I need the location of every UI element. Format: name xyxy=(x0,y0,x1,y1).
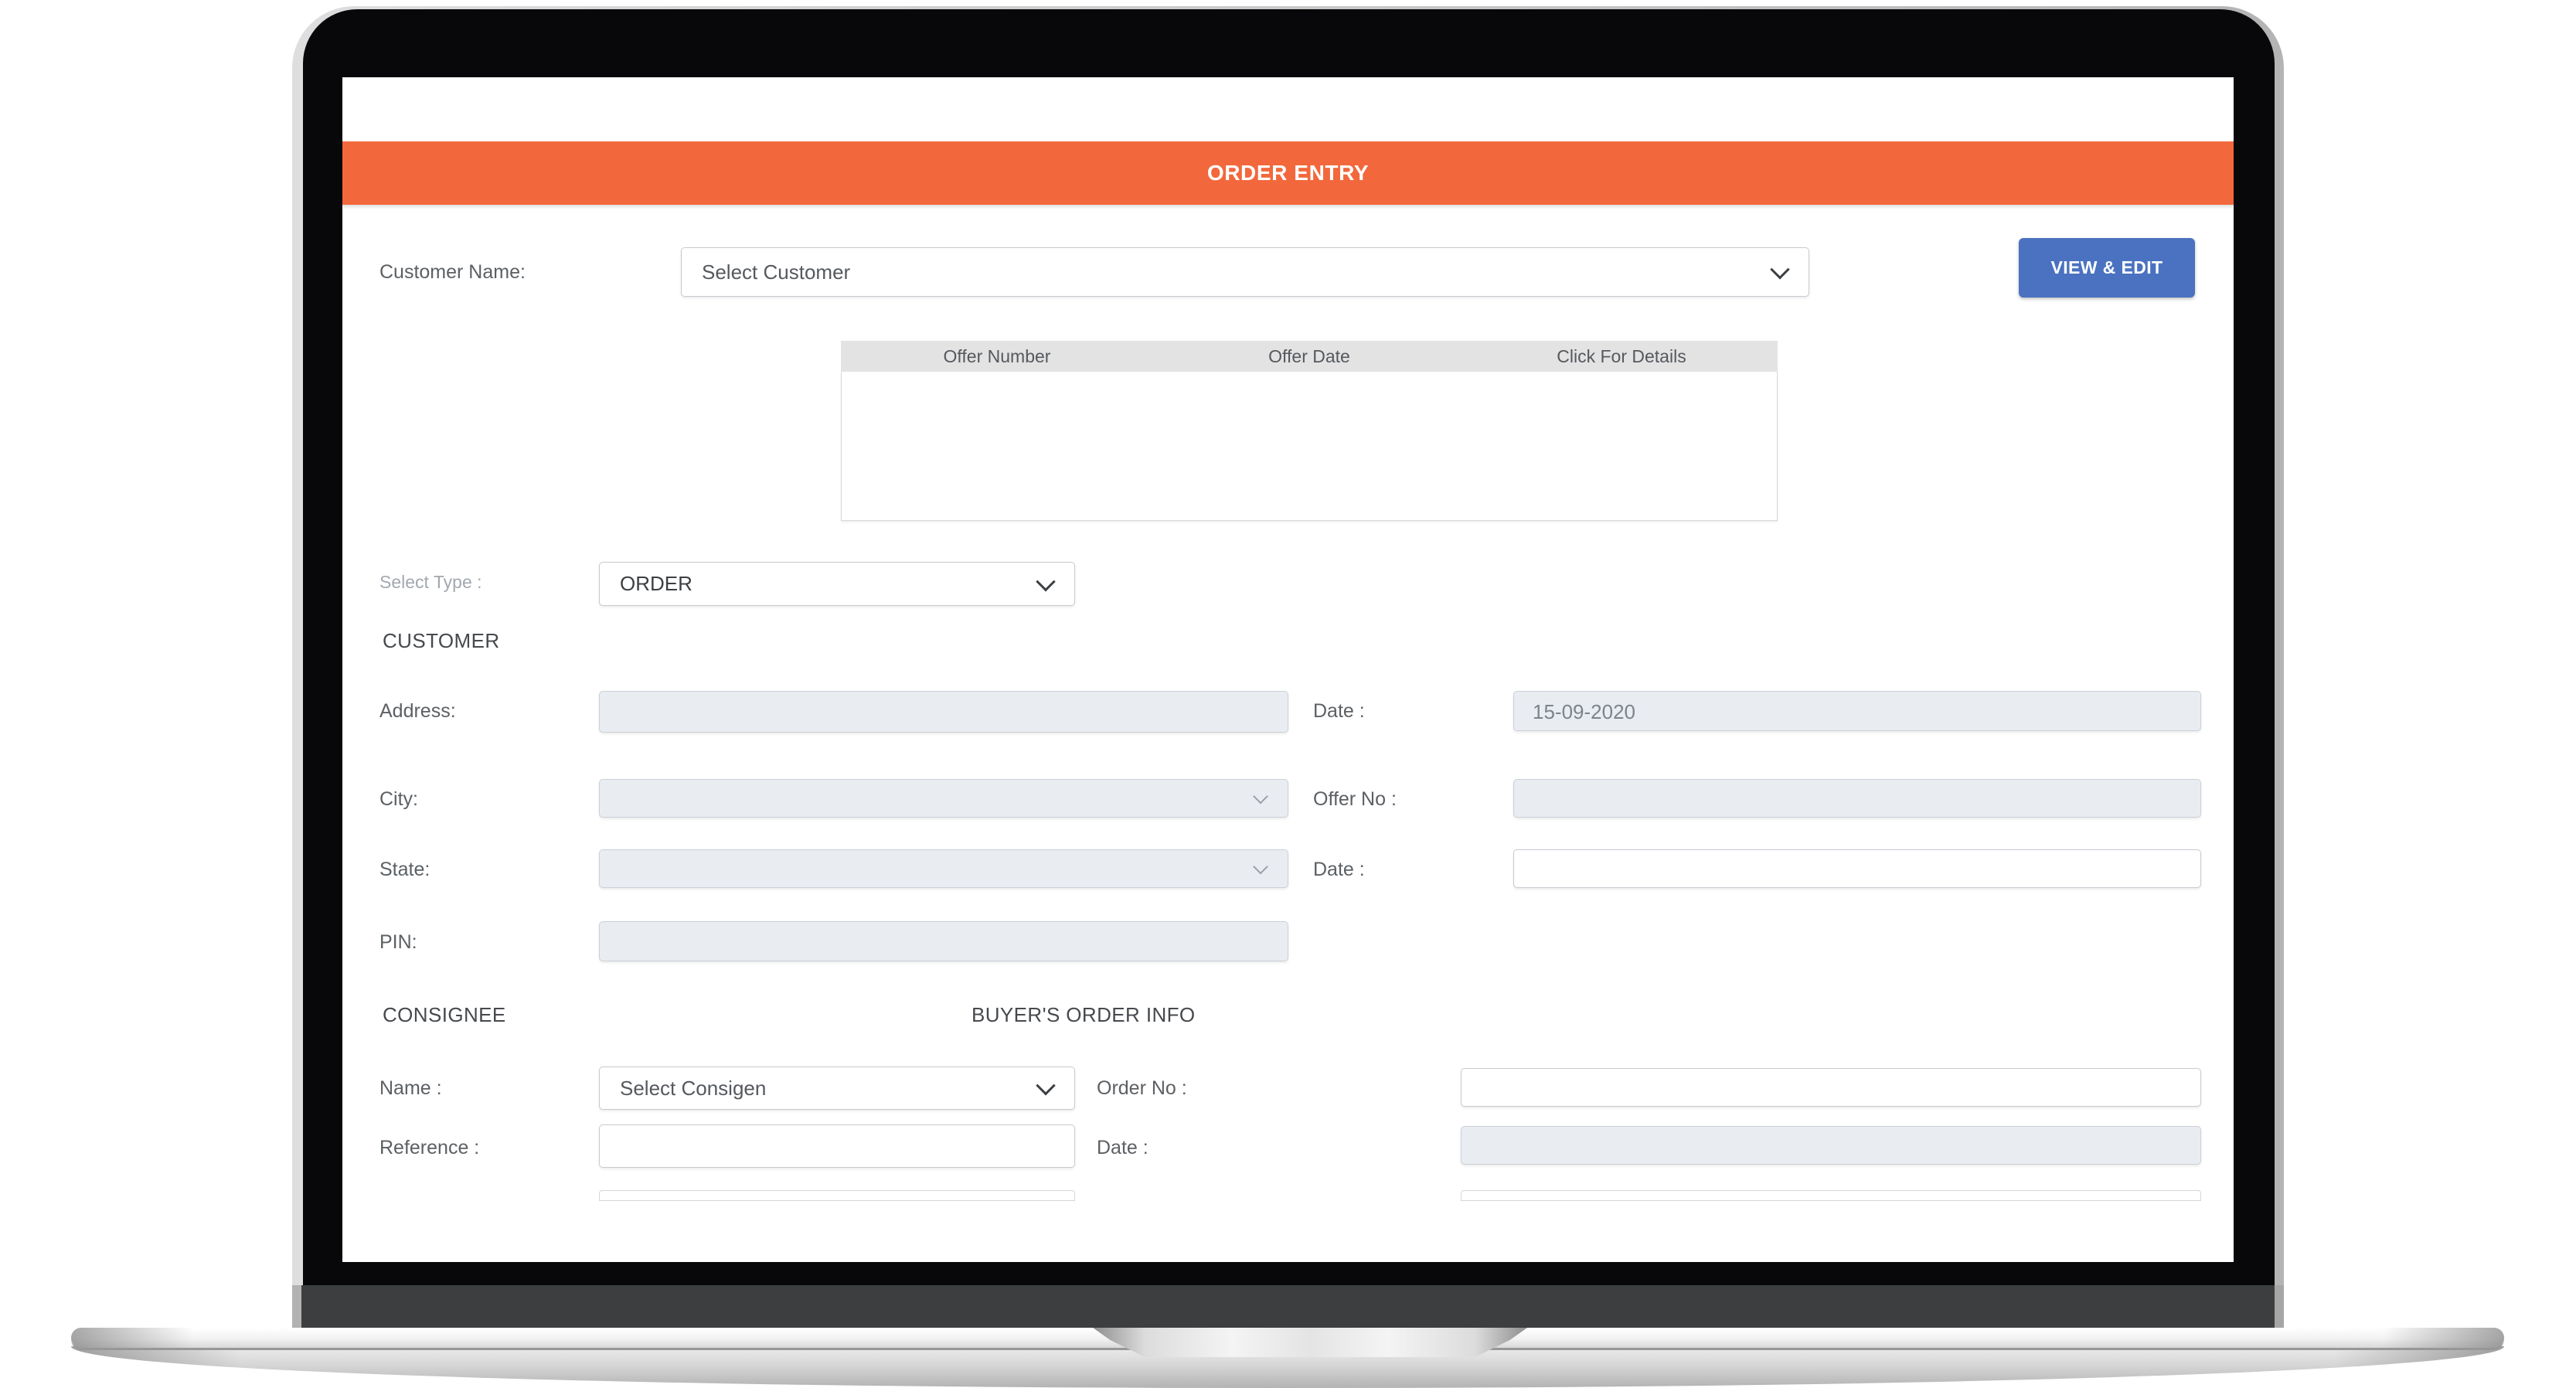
customer-select[interactable]: Select Customer xyxy=(681,247,1809,297)
offers-table-body xyxy=(841,372,1778,521)
state-label: State: xyxy=(379,859,430,880)
cutoff-field-left xyxy=(599,1190,1075,1201)
reference-input[interactable] xyxy=(599,1124,1075,1168)
state-select xyxy=(599,849,1288,888)
buyers-date-label: Date : xyxy=(1097,1137,1148,1158)
chevron-down-icon xyxy=(1253,788,1268,805)
order-no-input[interactable] xyxy=(1461,1068,2201,1107)
offers-table-header: Offer Number Offer Date Click For Detail… xyxy=(841,341,1778,372)
offer-date-field: 15-09-2020 xyxy=(1513,691,2201,731)
customer-select-value: Select Customer xyxy=(702,260,851,284)
consignee-name-label: Name : xyxy=(379,1077,442,1099)
pin-label: PIN: xyxy=(379,931,417,953)
order-type-value: ORDER xyxy=(620,572,692,595)
consignee-section-heading: CONSIGNEE xyxy=(383,1003,506,1026)
order-type-select[interactable]: ORDER xyxy=(599,562,1075,606)
offer-date-input[interactable] xyxy=(1513,849,2201,888)
chevron-down-icon xyxy=(1036,1076,1056,1096)
view-edit-button[interactable]: VIEW & EDIT xyxy=(2019,238,2195,298)
city-select xyxy=(599,779,1288,818)
page-header: ORDER ENTRY xyxy=(342,141,2234,205)
reference-label: Reference : xyxy=(379,1137,480,1158)
laptop-hinge xyxy=(292,1285,2284,1328)
chevron-down-icon xyxy=(1770,260,1790,280)
cutoff-field-right xyxy=(1461,1190,2201,1201)
offers-col-offer-date: Offer Date xyxy=(1268,346,1350,366)
city-label: City: xyxy=(379,788,418,810)
offer-no-field xyxy=(1513,779,2201,818)
address-label: Address: xyxy=(379,700,456,722)
offer-no-label: Offer No : xyxy=(1313,788,1397,810)
consignee-select[interactable]: Select Consigen xyxy=(599,1067,1075,1110)
order-no-label: Order No : xyxy=(1097,1077,1187,1099)
chevron-down-icon xyxy=(1036,571,1056,591)
offers-col-details: Click For Details xyxy=(1557,346,1686,366)
address-field xyxy=(599,691,1288,733)
laptop-screen: ORDER ENTRY Customer Name: Select Custom… xyxy=(342,77,2234,1262)
laptop-latch-notch xyxy=(1093,1328,1527,1357)
buyers-section-heading: BUYER'S ORDER INFO xyxy=(972,1003,1196,1026)
chevron-down-icon xyxy=(1253,859,1268,875)
buyers-date-field xyxy=(1461,1126,2201,1165)
page-title: ORDER ENTRY xyxy=(1206,161,1370,185)
customer-section-heading: CUSTOMER xyxy=(383,629,500,652)
offers-table: Offer Number Offer Date Click For Detail… xyxy=(841,341,1778,521)
offers-col-offer-number: Offer Number xyxy=(943,346,1051,366)
pin-field xyxy=(599,921,1288,961)
customer-name-label: Customer Name: xyxy=(379,261,526,283)
date-label: Date : xyxy=(1313,700,1365,722)
offer-date-label: Date : xyxy=(1313,859,1365,880)
select-type-label: Select Type : xyxy=(379,572,482,592)
consignee-select-value: Select Consigen xyxy=(620,1076,767,1100)
